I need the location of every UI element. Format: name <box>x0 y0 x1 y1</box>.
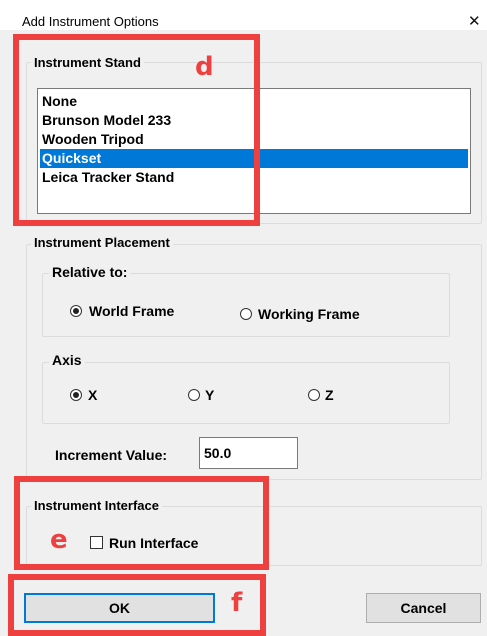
relative-to-label: Relative to: <box>49 264 131 280</box>
axis-x-label[interactable]: X <box>88 387 97 403</box>
axis-z-radio[interactable] <box>308 389 320 401</box>
annotation-box-d <box>13 34 260 226</box>
working-frame-label[interactable]: Working Frame <box>258 306 360 322</box>
cancel-button[interactable]: Cancel <box>366 593 481 623</box>
annotation-label-d: d <box>195 52 214 82</box>
working-frame-radio[interactable] <box>240 308 252 320</box>
annotation-label-e: e <box>50 525 68 555</box>
increment-label: Increment Value: <box>55 447 168 463</box>
world-frame-radio[interactable] <box>70 305 82 317</box>
axis-group <box>42 362 450 424</box>
axis-y-label[interactable]: Y <box>205 387 214 403</box>
window-title: Add Instrument Options <box>22 14 159 29</box>
axis-x-radio[interactable] <box>70 389 82 401</box>
annotation-label-f: f <box>231 588 243 618</box>
axis-y-radio[interactable] <box>188 389 200 401</box>
axis-z-label[interactable]: Z <box>325 387 334 403</box>
close-icon[interactable]: ✕ <box>468 12 481 30</box>
axis-label: Axis <box>49 352 85 368</box>
annotation-box-f <box>8 574 266 636</box>
instrument-placement-label: Instrument Placement <box>31 235 173 250</box>
world-frame-label[interactable]: World Frame <box>89 303 174 319</box>
annotation-box-e <box>14 476 269 570</box>
increment-value-input[interactable]: 50.0 <box>199 437 298 469</box>
